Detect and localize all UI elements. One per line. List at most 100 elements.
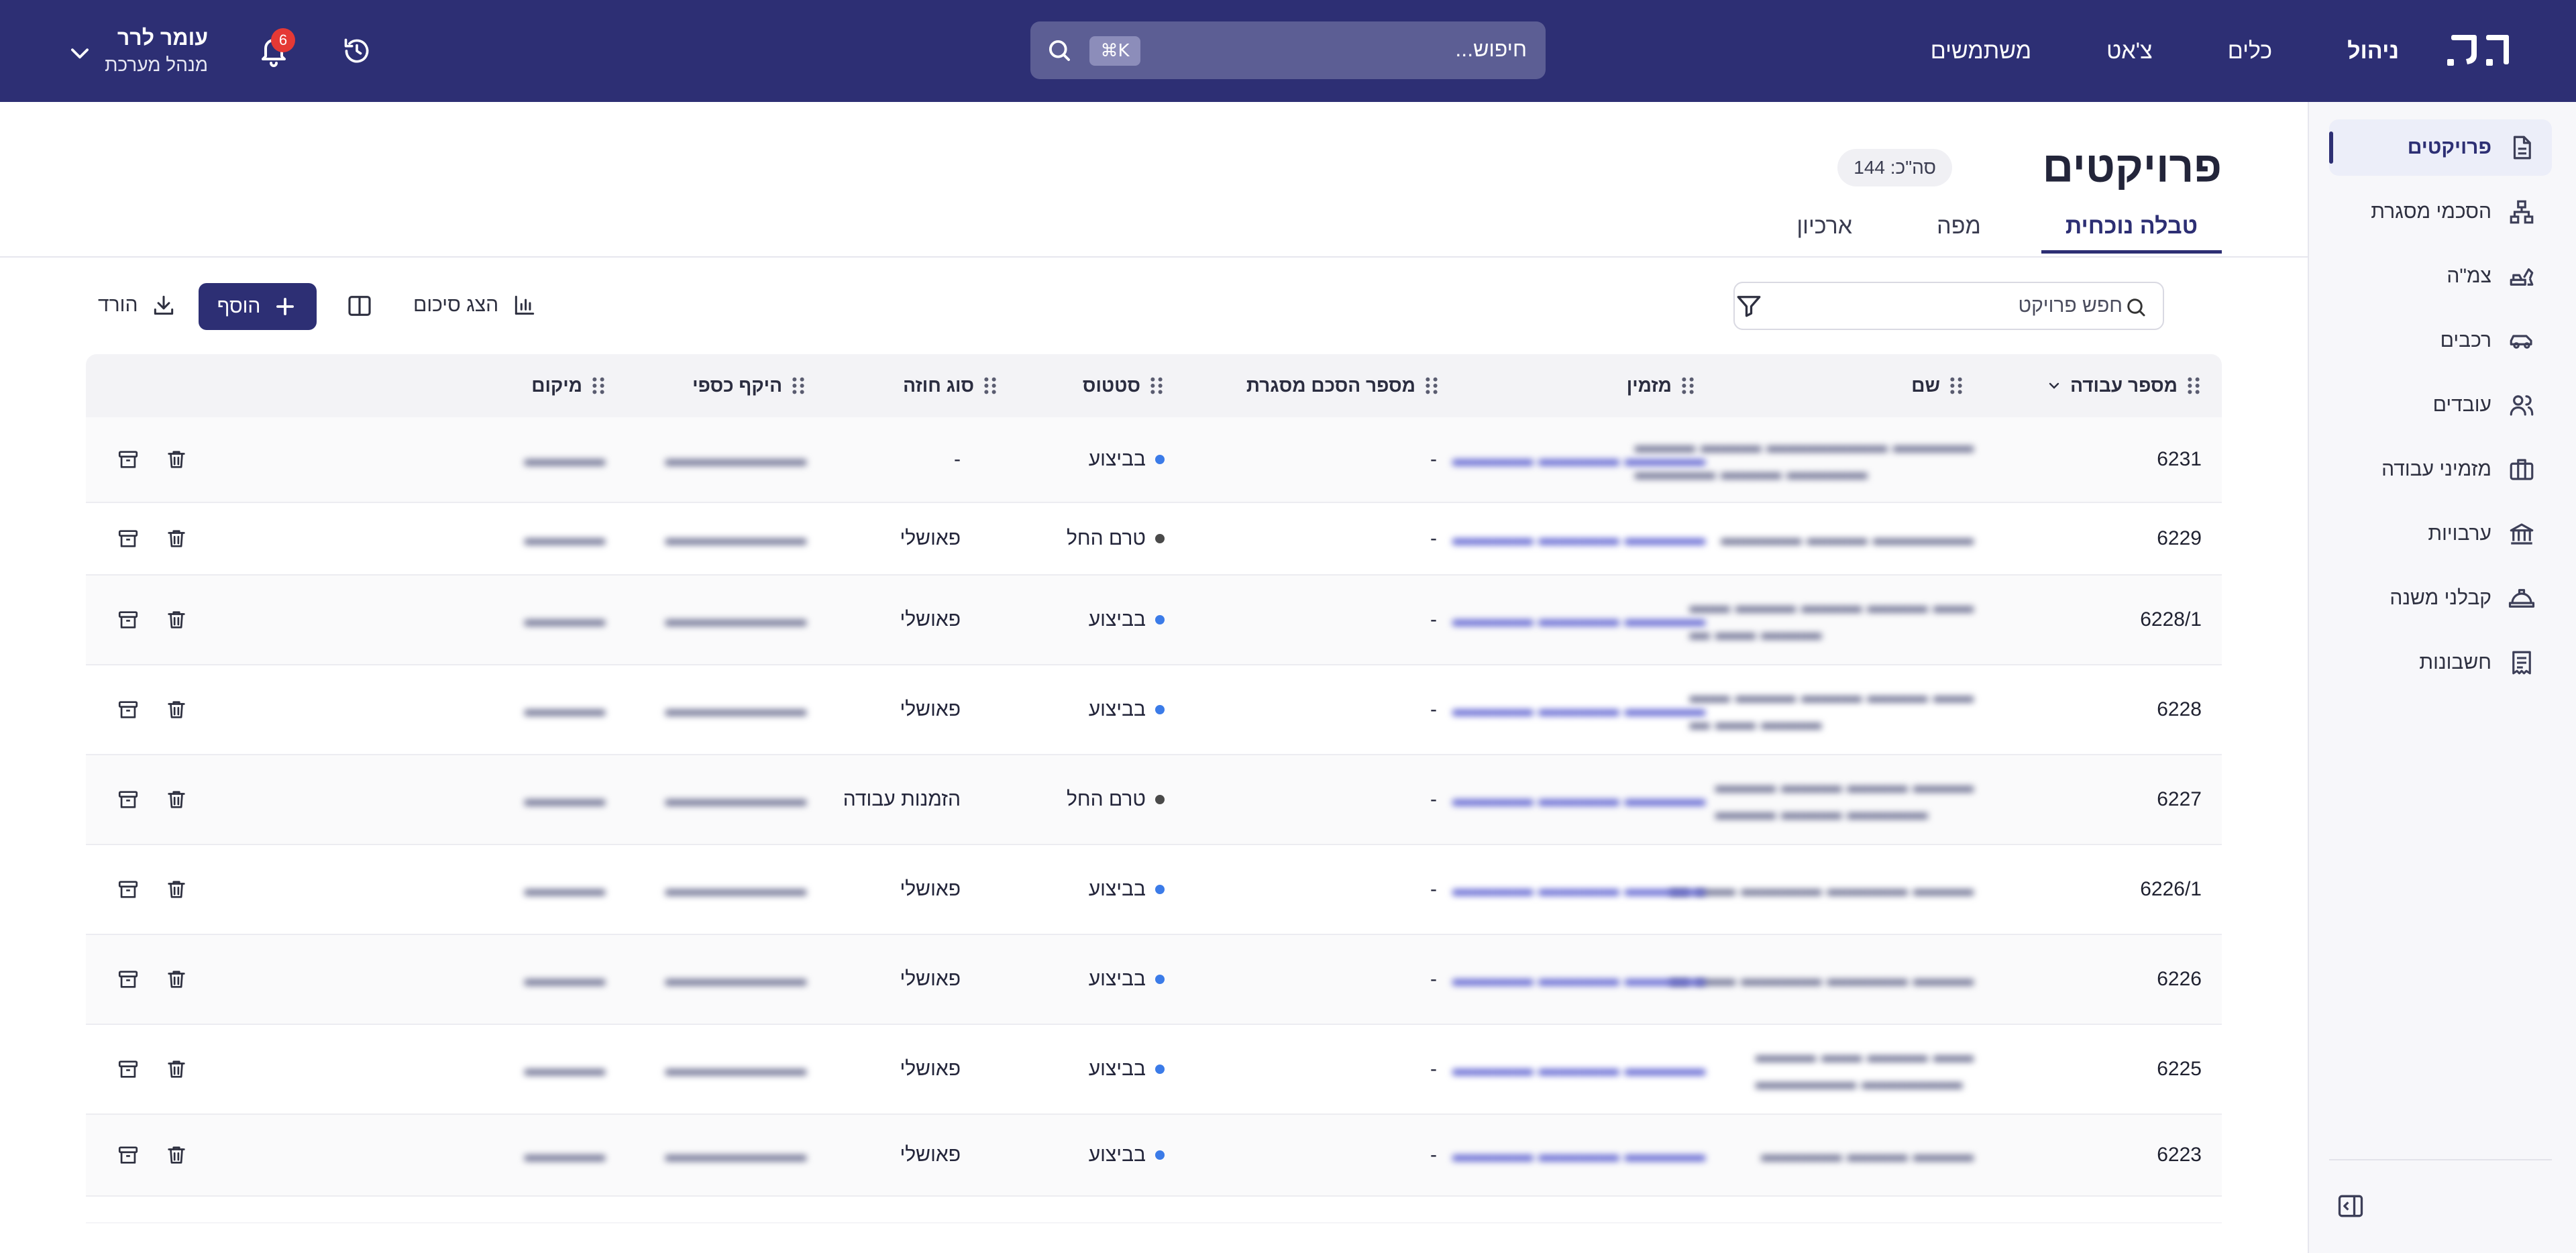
redacted-text: ▬▬▬ ▬▬▬ ▬▬▬ ▬▬▬ (1715, 775, 1974, 797)
sidebar-item-frameworks[interactable]: הסכמי מסגרת (2329, 184, 2552, 240)
job-number-cell[interactable]: 6225 (2157, 1025, 2202, 1113)
job-number-cell[interactable]: 6231 (2157, 417, 2202, 502)
client-cell[interactable]: ▬▬▬▬ ▬▬▬▬ ▬▬▬▬ (1452, 845, 1705, 934)
nav-chat[interactable]: צ'אט (2106, 38, 2153, 64)
sidebar-item-vehicles[interactable]: רכבים (2329, 313, 2552, 369)
tab-map[interactable]: מפה (1913, 199, 2005, 254)
sidebar-item-equipment[interactable]: צמ"ה (2329, 248, 2552, 305)
archive-icon[interactable] (117, 968, 140, 991)
chevron-down-icon[interactable] (2046, 378, 2062, 394)
archive-icon[interactable] (117, 698, 140, 721)
trash-icon[interactable] (165, 698, 188, 721)
drag-handle-icon[interactable] (982, 376, 998, 396)
client-cell[interactable]: ▬▬▬▬ ▬▬▬▬ ▬▬▬▬ (1452, 1025, 1705, 1113)
hierarchy-icon (2510, 200, 2534, 224)
trash-icon[interactable] (165, 878, 188, 901)
trash-icon[interactable] (165, 1144, 188, 1166)
columns-icon[interactable] (346, 292, 373, 319)
table-row[interactable]: 6223 ▬▬▬ ▬▬▬ ▬▬▬▬ ▬▬▬▬ ▬▬▬▬ ▬▬▬▬ - בביצוע פאו… (86, 1115, 2222, 1197)
table-row[interactable]: 6227 ▬▬▬ ▬▬▬ ▬▬▬ ▬▬▬ ▬▬▬▬ ▬▬▬ ▬▬▬ ▬▬▬▬ ▬▬▬▬… (86, 755, 2222, 845)
drag-handle-icon[interactable] (2186, 376, 2202, 396)
col-header-client[interactable]: מזמין (1627, 354, 1696, 417)
table-row[interactable]: 6228 ▬▬ ▬▬▬ ▬▬▬ ▬▬▬ ▬▬ ▬▬▬ ▬▬ ▬ ▬▬▬▬ ▬▬▬▬ ▬… (86, 665, 2222, 755)
job-number-cell[interactable]: 6223 (2157, 1115, 2202, 1195)
table-row[interactable]: 6229 ▬▬▬▬▬ ▬▬▬ ▬▬▬▬ ▬▬▬▬ ▬▬▬▬ ▬▬▬▬ - טרם החל… (86, 503, 2222, 576)
col-header-status[interactable]: סטטוס (1083, 354, 1165, 417)
nav-tools[interactable]: כלים (2228, 38, 2272, 64)
client-cell[interactable]: ▬▬▬▬ ▬▬▬▬ ▬▬▬▬ (1452, 665, 1705, 754)
trash-icon[interactable] (165, 1058, 188, 1081)
add-button[interactable]: הוסף (199, 283, 317, 330)
tab-archive[interactable]: ארכיון (1772, 199, 1876, 254)
drag-handle-icon[interactable] (1424, 376, 1440, 396)
trash-icon[interactable] (165, 608, 188, 631)
archive-icon[interactable] (117, 878, 140, 901)
nav-users[interactable]: משתמשים (1931, 38, 2031, 64)
sidebar-item-employees[interactable]: עובדים (2329, 377, 2552, 433)
redacted-text: ▬▬▬▬ ▬▬▬ ▬▬▬ (1715, 802, 1928, 824)
sidebar-collapse-icon[interactable] (2336, 1191, 2365, 1221)
job-number-cell[interactable]: 6226 (2157, 935, 2202, 1024)
table-row[interactable]: 6228/1 ▬▬ ▬▬▬ ▬▬▬ ▬▬▬ ▬▬ ▬▬▬ ▬▬ ▬ ▬▬▬▬ ▬▬▬▬… (86, 576, 2222, 665)
sidebar-item-subcontractors[interactable]: קבלני משנה (2329, 570, 2552, 626)
archive-icon[interactable] (117, 448, 140, 471)
contract-type-cell: פאושלי (900, 527, 961, 549)
archive-icon[interactable] (117, 527, 140, 550)
brand-logo[interactable] (2447, 28, 2512, 72)
receipt-icon (2512, 651, 2531, 675)
col-header-contract-type[interactable]: סוג חוזה (903, 354, 998, 417)
col-header-location[interactable]: מיקום (531, 354, 606, 417)
filter-icon[interactable] (1735, 291, 1763, 319)
archive-icon[interactable] (117, 608, 140, 631)
job-number-cell[interactable]: 6226/1 (2140, 845, 2202, 934)
job-number-cell[interactable]: 6228/1 (2140, 576, 2202, 664)
col-header-job-number[interactable]: מספר עבודה (2046, 354, 2202, 417)
redacted-text: ▬▬▬ ▬▬▬▬ ▬▬▬▬ ▬▬ ▬ (1669, 878, 1974, 900)
client-cell[interactable]: ▬▬▬▬ ▬▬▬▬ ▬▬▬▬ (1452, 503, 1705, 574)
trash-icon[interactable] (165, 448, 188, 471)
project-search-input[interactable] (1747, 291, 2123, 321)
table-row[interactable]: 6226/1 ▬▬▬ ▬▬▬▬ ▬▬▬▬ ▬▬ ▬ ▬▬▬▬ ▬▬▬▬ ▬▬▬▬ - ב… (86, 845, 2222, 935)
job-number-cell[interactable]: 6229 (2157, 503, 2202, 574)
drag-handle-icon[interactable] (1948, 376, 1964, 396)
sidebar-item-guarantees[interactable]: ערבויות (2329, 506, 2552, 562)
table-row[interactable]: 6226 ▬▬▬ ▬▬▬▬ ▬▬▬▬ ▬▬ ▬ ▬▬▬▬ ▬▬▬▬ ▬▬▬▬ - בבי… (86, 935, 2222, 1025)
archive-icon[interactable] (117, 1144, 140, 1166)
drag-handle-icon[interactable] (590, 376, 606, 396)
col-header-label: סוג חוזה (903, 375, 974, 396)
archive-icon[interactable] (117, 1058, 140, 1081)
document-icon (2513, 135, 2531, 160)
client-cell[interactable]: ▬▬▬▬ ▬▬▬▬ ▬▬▬▬ (1452, 576, 1705, 664)
archive-icon[interactable] (117, 788, 140, 811)
download-button[interactable]: הורד (98, 291, 176, 319)
job-number-cell[interactable]: 6228 (2157, 665, 2202, 754)
location-cell: ▬▬▬▬ (525, 1058, 605, 1080)
client-cell[interactable]: ▬▬▬▬ ▬▬▬▬ ▬▬▬▬ (1452, 935, 1705, 1024)
col-header-amount[interactable]: היקף כספי (692, 354, 806, 417)
drag-handle-icon[interactable] (790, 376, 806, 396)
table-row[interactable]: 6225 ▬▬ ▬▬▬ ▬▬ ▬▬▬ ▬▬▬▬▬ ▬▬▬▬▬ ▬▬▬▬ ▬▬▬▬ ▬▬… (86, 1025, 2222, 1115)
client-cell[interactable]: ▬▬▬▬ ▬▬▬▬ ▬▬▬▬ (1452, 417, 1705, 502)
sidebar-item-projects[interactable]: פרויקטים (2329, 119, 2552, 176)
trash-icon[interactable] (165, 527, 188, 550)
nav-management[interactable]: ניהול (2347, 38, 2399, 64)
sidebar-item-invoices[interactable]: חשבונות (2329, 635, 2552, 691)
table-row[interactable]: 6231 ▬▬▬▬ ▬▬▬▬▬▬ ▬▬▬ ▬▬▬ ▬▬▬▬ ▬▬▬ ▬▬▬▬ ▬▬▬▬… (86, 417, 2222, 503)
tab-current-table[interactable]: טבלה נוכחית (2041, 199, 2222, 254)
trash-icon[interactable] (165, 968, 188, 991)
trash-icon[interactable] (165, 788, 188, 811)
chevron-down-icon[interactable] (67, 40, 93, 66)
client-cell[interactable]: ▬▬▬▬ ▬▬▬▬ ▬▬▬▬ (1452, 1115, 1705, 1195)
show-summary-button[interactable]: הצג סיכום (413, 291, 537, 319)
global-search[interactable]: חיפוש... ⌘K (1030, 21, 1546, 79)
job-number-cell[interactable]: 6227 (2157, 755, 2202, 844)
col-header-name[interactable]: שם (1911, 354, 1964, 417)
drag-handle-icon[interactable] (1680, 376, 1696, 396)
col-header-framework-number[interactable]: מספר הסכם מסגרת (1246, 354, 1440, 417)
user-menu[interactable]: עומר לרר מנהל מערכת (101, 25, 208, 76)
client-cell[interactable]: ▬▬▬▬ ▬▬▬▬ ▬▬▬▬ (1452, 755, 1705, 844)
amount-cell: ▬▬▬▬▬▬▬ (665, 448, 806, 470)
sidebar-item-clients[interactable]: מזמיני עבודה (2329, 441, 2552, 498)
history-icon[interactable] (342, 36, 372, 66)
drag-handle-icon[interactable] (1148, 376, 1165, 396)
